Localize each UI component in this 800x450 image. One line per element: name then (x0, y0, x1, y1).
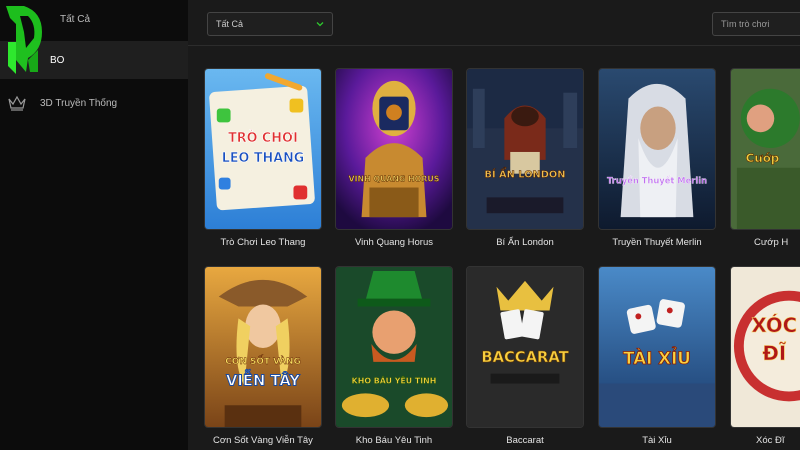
art-title: KHO BÁU YÊU TINH (352, 375, 437, 386)
sidebar: Tất Cả Bo 3D Truyền Thống (0, 0, 188, 450)
category-select-value: Tất Cả (216, 19, 244, 29)
art-title: LEO THANG (222, 151, 305, 166)
filter-bar: Tất Cả (188, 0, 800, 46)
game-thumbnail: BACCARAT (466, 266, 584, 428)
game-thumbnail: XÓC ĐĨ (730, 266, 800, 428)
game-thumbnail: Truyền Thuyết Merlin (598, 68, 716, 230)
game-title: Baccarat (506, 435, 544, 446)
art-title: XÓC (751, 313, 797, 337)
art-title: ĐĨ (762, 341, 786, 365)
main-content: Tất Cả TRÒ CHƠI LEO THANG Trò Chơi Leo T… (188, 0, 800, 450)
chevron-down-icon (316, 22, 324, 27)
crown-icon (8, 95, 26, 111)
game-title: Vinh Quang Horus (355, 237, 433, 248)
category-select[interactable]: Tất Cả (207, 12, 333, 36)
game-thumbnail: KHO BÁU YÊU TINH (335, 266, 453, 428)
search-input[interactable] (712, 12, 800, 36)
game-title: Kho Báu Yêu Tinh (355, 435, 433, 446)
game-title: Truyền Thuyết Merlin (612, 237, 702, 248)
art-title: Truyền Thuyết Merlin (607, 176, 707, 186)
art-title: VIỄN TÂY (226, 370, 300, 389)
game-title: Cướp H (754, 237, 789, 248)
game-thumbnail: TÀI XỈU (598, 266, 716, 428)
game-title: Tài Xỉu (642, 435, 672, 446)
sidebar-item-label: 3D Truyền Thống (40, 97, 118, 109)
game-thumbnail: VINH QUANG HORUS (335, 68, 453, 230)
art-title: TRÒ CHƠI (228, 130, 298, 146)
game-thumbnail: BÍ ẨN LONDON (466, 68, 584, 230)
game-title: Bí Ẩn London (496, 237, 554, 248)
game-thumbnail: CƠN SỐT VÀNG VIỄN TÂY (204, 266, 322, 428)
game-thumbnail: TRÒ CHƠI LEO THANG (204, 68, 322, 230)
sidebar-item-3d-traditional[interactable]: 3D Truyền Thống (0, 84, 188, 122)
art-title: Cướp (746, 151, 780, 165)
game-title: Xóc Đĩ (756, 435, 785, 446)
art-title: BACCARAT (481, 349, 568, 366)
game-title: Trò Chơi Leo Thang (220, 237, 306, 248)
art-title: TÀI XỈU (623, 346, 691, 368)
game-thumbnail: Cướp (730, 68, 800, 230)
game-title: Cơn Sốt Vàng Viễn Tây (213, 435, 313, 446)
brand-logo (6, 6, 42, 74)
art-title: VINH QUANG HORUS (349, 175, 440, 184)
